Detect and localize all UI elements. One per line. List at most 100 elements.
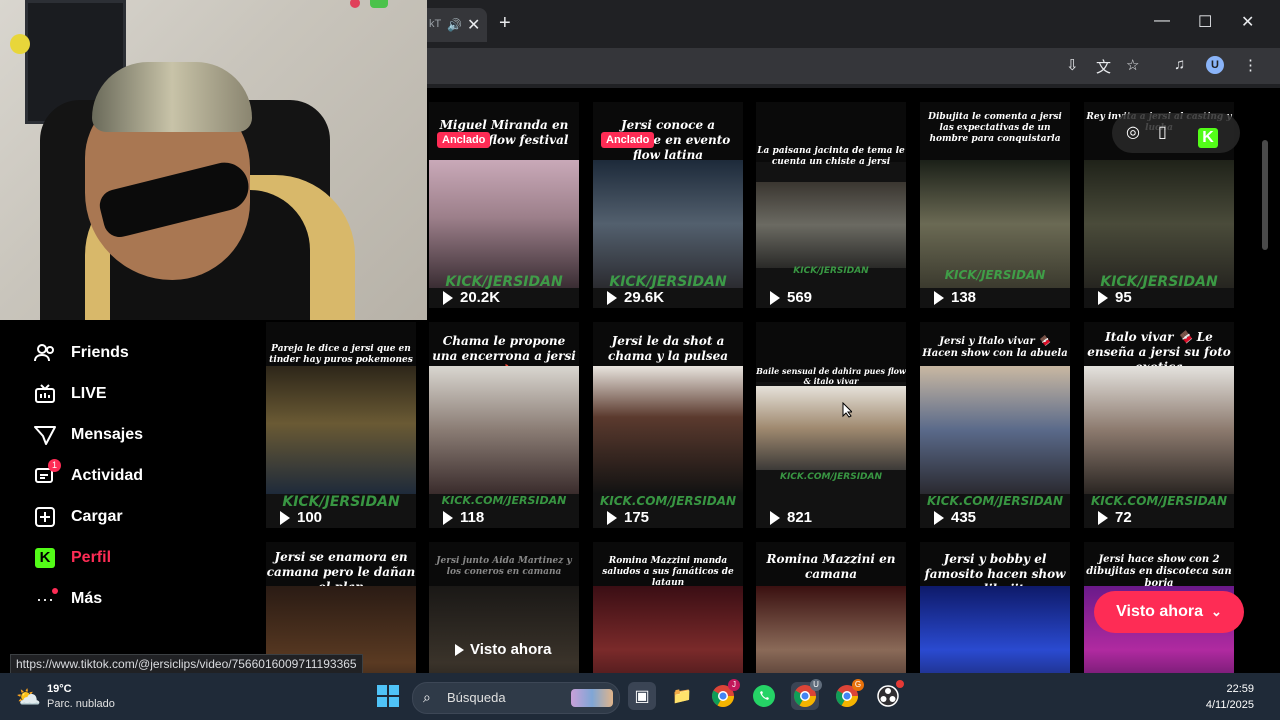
video-card[interactable]: Jersi y Italo vivar 🍫 Hacen show con la … <box>920 322 1070 528</box>
watermark: KICK/JERSIDAN <box>793 266 869 276</box>
view-count: 100 <box>280 509 322 526</box>
tab-strip: kT 🔊 ✕ + — ☐ ✕ <box>427 0 1280 48</box>
play-icon <box>607 290 617 305</box>
video-card[interactable]: Dibujita le comenta a jersi las expectat… <box>920 102 1070 308</box>
view-count: 72 <box>1098 509 1132 526</box>
sidebar-item-profile[interactable]: K Perfil <box>34 543 111 573</box>
cast-icon[interactable]: ◎ <box>1126 122 1140 142</box>
chevron-down-icon: ⌄ <box>1210 604 1222 619</box>
video-thumbnail <box>429 366 579 494</box>
chrome-icon-2[interactable]: U <box>791 679 822 710</box>
video-card[interactable]: Italo vivar 🍫 Le enseña a jersi su foto … <box>1084 322 1234 528</box>
sidebar-item-label: Mensajes <box>71 426 144 443</box>
whatsapp-icon[interactable] <box>750 682 778 710</box>
view-count: 95 <box>1098 289 1132 306</box>
video-card[interactable]: Jersi y bobby el famosito hacen show con… <box>920 542 1070 673</box>
clock-time[interactable]: 22:59 <box>1196 683 1254 695</box>
video-thumbnail <box>429 160 579 288</box>
video-thumbnail <box>593 366 743 494</box>
video-card[interactable]: Miguel Miranda en evento flow festival A… <box>429 102 579 308</box>
close-window-button[interactable]: ✕ <box>1241 12 1254 32</box>
friends-icon <box>34 342 56 364</box>
watermark: KICK.COM/JERSIDAN <box>599 494 737 508</box>
video-card[interactable]: Baile sensual de dahira pues flow & ital… <box>756 322 906 528</box>
video-thumbnail <box>593 586 743 673</box>
play-icon <box>455 643 464 656</box>
view-count: 138 <box>934 289 976 306</box>
play-icon <box>280 510 290 525</box>
view-count: 29.6K <box>607 289 664 306</box>
clock-date[interactable]: 4/11/2025 <box>1186 699 1254 711</box>
taskbar-search[interactable]: ⌕ Búsqueda <box>412 682 620 714</box>
scrollbar-thumb[interactable] <box>1262 140 1268 250</box>
play-icon <box>770 290 780 305</box>
new-tab-button[interactable]: + <box>499 12 511 35</box>
live-tv-icon <box>34 383 56 405</box>
minimize-button[interactable]: — <box>1154 12 1170 30</box>
video-thumbnail <box>756 182 906 268</box>
chrome-icon-1[interactable]: J <box>709 679 740 710</box>
tab-close-button[interactable]: ✕ <box>467 15 480 35</box>
weather-temperature[interactable]: 19°C <box>47 683 72 695</box>
sidebar-item-label: LIVE <box>71 385 107 402</box>
profile-avatar[interactable]: U <box>1206 56 1224 74</box>
play-icon <box>1098 290 1108 305</box>
view-count: 569 <box>770 289 812 306</box>
maximize-button[interactable]: ☐ <box>1198 12 1212 32</box>
task-view-icon[interactable]: ▣ <box>628 682 656 710</box>
weather-cloud-icon[interactable]: ⛅ <box>16 685 41 710</box>
chrome-icon-3[interactable]: G <box>833 679 864 710</box>
video-card[interactable]: Chama le propone una encerrona a jersi 🔥… <box>429 322 579 528</box>
media-control-icon[interactable]: ♫ <box>1174 56 1185 73</box>
view-count: 175 <box>607 509 649 526</box>
active-tab[interactable]: kT 🔊 ✕ <box>427 8 487 42</box>
video-card[interactable]: La paisana jacinta de tema le cuenta un … <box>756 102 906 308</box>
new-dot <box>52 588 58 594</box>
video-card[interactable]: Romina Mazzini manda saludos a sus fanát… <box>593 542 743 673</box>
play-icon <box>770 510 780 525</box>
video-thumbnail <box>920 366 1070 494</box>
sidebar-item-activity[interactable]: 1 Actividad <box>34 459 143 491</box>
kebab-menu-icon[interactable]: ⋮ <box>1243 56 1258 74</box>
video-thumbnail <box>1084 160 1234 288</box>
translate-icon[interactable]: 文 <box>1096 56 1111 77</box>
sidebar-item-upload[interactable]: Cargar <box>34 502 123 532</box>
sidebar-item-friends[interactable]: Friends <box>34 338 129 368</box>
search-placeholder: Búsqueda <box>447 690 506 705</box>
sidebar-item-label: Friends <box>71 344 129 361</box>
watching-now-overlay[interactable]: Visto ahora <box>455 641 551 658</box>
sidebar-item-messages[interactable]: Mensajes <box>34 420 143 450</box>
sidebar-item-more[interactable]: ··· Más <box>34 584 102 614</box>
obs-icon[interactable] <box>874 680 904 710</box>
link-status-bar: https://www.tiktok.com/@jersiclips/video… <box>10 654 363 674</box>
play-icon <box>934 290 944 305</box>
more-dots-icon: ··· <box>34 588 58 610</box>
install-app-icon[interactable]: ⇩ <box>1066 56 1079 74</box>
file-explorer-icon[interactable]: 📁 <box>668 682 696 710</box>
upload-plus-icon <box>34 506 56 528</box>
view-count: 821 <box>770 509 812 526</box>
video-caption: La paisana jacinta de tema le cuenta un … <box>756 102 906 167</box>
watch-now-button[interactable]: Visto ahora ⌄ <box>1094 591 1244 633</box>
video-card[interactable]: Jersi le da shot a chama y la pulsea KIC… <box>593 322 743 528</box>
sidebar-item-live[interactable]: LIVE <box>34 379 107 409</box>
view-count: 118 <box>443 509 484 526</box>
phone-icon[interactable]: ▯ <box>1158 122 1167 142</box>
search-icon: ⌕ <box>423 689 431 705</box>
streamer-hair <box>92 62 252 132</box>
windows-start-icon[interactable] <box>377 685 399 707</box>
video-card[interactable]: Romina Mazzini en camana <box>756 542 906 673</box>
activity-badge: 1 <box>48 459 61 472</box>
video-caption: Dibujita le comenta a jersi las expectat… <box>920 102 1070 162</box>
video-card[interactable]: Pareja le dice a jersi que en tinder hay… <box>266 322 416 528</box>
floating-action-pill: ◎ ▯ K <box>1112 113 1240 153</box>
watermark: KICK/JERSIDAN <box>445 274 563 290</box>
video-thumbnail <box>593 160 743 288</box>
weather-description[interactable]: Parc. nublado <box>47 698 115 710</box>
sidebar-nav: Friends LIVE Mensajes 1 Actividad Cargar… <box>12 330 262 660</box>
activity-icon: 1 <box>34 459 61 487</box>
video-card[interactable]: Jersi conoce a mcbride en evento flow la… <box>593 102 743 308</box>
speaker-icon[interactable]: 🔊 <box>447 18 462 32</box>
play-icon <box>443 290 453 305</box>
bookmark-star-icon[interactable]: ☆ <box>1126 56 1139 74</box>
